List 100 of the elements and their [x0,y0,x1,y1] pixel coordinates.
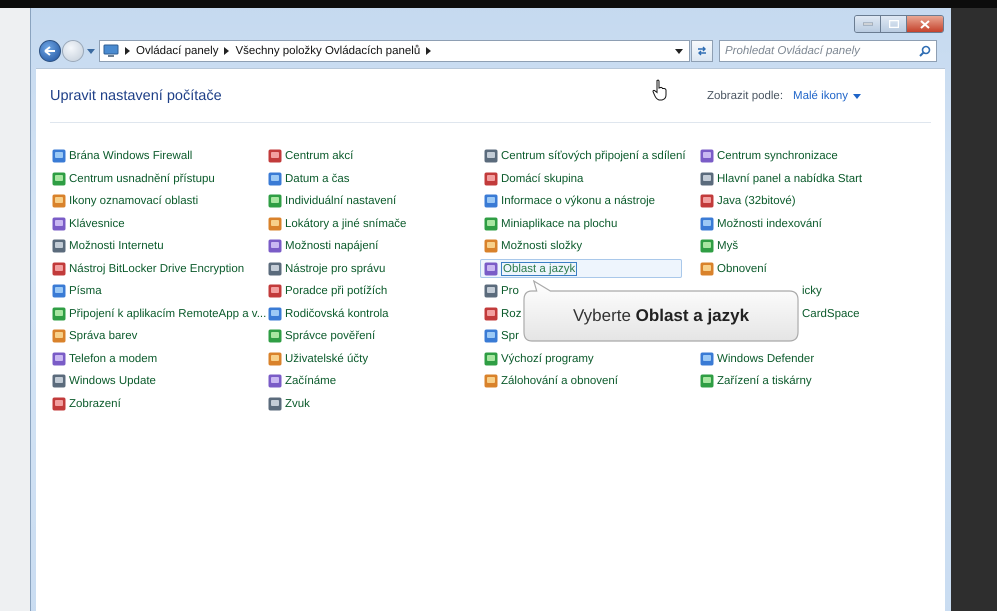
control-panel-item[interactable]: Klávesnice [48,214,250,234]
tile-icon [700,262,714,276]
tile-icon [52,239,66,254]
caret-icon [853,94,861,98]
control-panel-item[interactable]: Telefon a modem [48,349,250,368]
chevron-icon[interactable] [224,47,230,55]
control-panel-item[interactable]: Poradce při potížích [264,282,466,301]
tile-icon [52,216,66,231]
tile-icon [268,194,282,208]
tile-icon [52,396,66,411]
minimize-icon [862,22,872,26]
tile-icon [484,284,498,298]
breadcrumb[interactable]: Ovládací panely [136,45,218,57]
control-panel-item[interactable]: Obnovení [696,259,898,278]
breadcrumb[interactable]: Všechny položky Ovládacích panelů [235,45,420,57]
monitor-icon [103,44,119,58]
chevron-icon[interactable] [426,47,432,55]
search-icon[interactable] [919,45,931,57]
control-panel-item[interactable]: Možnosti složky [480,236,682,256]
control-panel-item[interactable]: icky [798,282,826,301]
control-panel-item[interactable]: Lokátory a jiné snímače [264,214,466,234]
control-panel-item[interactable]: Individuální nastavení [264,192,466,211]
tile-icon [700,352,714,366]
tile-icon [52,262,66,276]
control-panel-item[interactable]: Centrum akcí [264,146,466,166]
chevron-icon[interactable] [125,47,130,55]
tile-icon [268,216,282,231]
control-panel-item[interactable]: Výchozí programy [480,349,682,368]
control-panel-item[interactable]: Nástroje pro správu [264,259,466,278]
tile-icon [268,352,282,366]
callout-tooltip: Vyberte Oblast a jazyk [523,280,799,342]
tile-icon [52,149,66,164]
control-panel-item[interactable]: Možnosti Internetu [48,236,250,256]
control-panel-item[interactable]: Uživatelské účty [264,349,466,368]
tile-icon [52,374,66,388]
control-panel-item[interactable]: Centrum synchronizace [696,146,898,166]
tile-icon [484,262,498,276]
tile-icon [268,239,282,254]
control-panel-item[interactable]: Java (32bitové) [696,192,898,211]
tile-icon [52,329,66,344]
control-panel-item[interactable]: Centrum síťových připojení a sdílení [480,146,690,166]
control-panel-item[interactable]: Připojení k aplikacím RemoteApp a v... [48,304,264,324]
control-panel-item[interactable]: Zařízení a tiskárny [696,372,898,391]
control-panel-item[interactable]: Informace o výkonu a nástroje [480,192,682,211]
control-panel-item[interactable]: Možnosti indexování [696,214,898,234]
refresh-icon [696,45,708,57]
close-button[interactable] [907,16,943,32]
tile-icon [268,172,282,186]
hand-cursor-icon [652,79,668,101]
control-panel-item[interactable]: Pro [480,282,523,301]
tile-icon [268,396,282,411]
control-panel-item[interactable]: Správa barev [48,326,250,346]
tile-icon [268,306,282,321]
control-panel-item[interactable]: Ikony oznamovací oblasti [48,192,250,211]
control-panel-item[interactable]: Oblast a jazyk [480,259,682,278]
view-label: Zobrazit podle: [706,90,784,102]
back-button[interactable] [39,40,61,62]
maximize-button[interactable] [881,16,907,32]
control-panel-item[interactable]: Brána Windows Firewall [48,146,250,166]
tile-icon [52,352,66,366]
refresh-button[interactable] [691,40,713,62]
control-panel-item[interactable]: Roz [480,304,526,324]
control-panel-item[interactable]: Windows Update [48,372,250,391]
tile-icon [268,329,282,344]
control-panel-item[interactable]: Centrum usnadnění přístupu [48,169,250,188]
control-panel-item[interactable]: Správce pověření [264,326,466,346]
search-field[interactable]: Prohledat Ovládací panely [719,40,937,62]
tile-icon [484,239,498,254]
control-panel-item[interactable]: Začínáme [264,372,466,391]
view-dropdown[interactable]: Malé ikony [793,90,861,102]
control-panel-item[interactable]: Hlavní panel a nabídka Start [696,169,898,188]
minimize-button[interactable] [855,16,881,32]
tile-icon [484,306,498,321]
page-title: Upravit nastavení počítače [50,88,222,104]
tile-icon [484,172,498,186]
control-panel-item[interactable]: Spr [480,326,523,346]
control-panel-item[interactable]: Nástroj BitLocker Drive Encryption [48,259,250,278]
control-panel-item[interactable]: Zobrazení [48,394,250,414]
control-panel-item[interactable]: Zvuk [264,394,466,414]
control-panel-item[interactable]: Rodičovská kontrola [264,304,466,324]
arrow-left-icon [44,46,56,56]
address-field[interactable]: Ovládací panely Všechny položky Ovládacích panelů [99,40,690,62]
control-panel-item[interactable]: Myš [696,236,898,256]
tile-icon [700,239,714,254]
control-panel-item[interactable]: Datum a čas [264,169,466,188]
control-panel-item[interactable]: Písma [48,282,250,301]
control-panel-item[interactable]: Miniaplikace na plochu [480,214,682,234]
close-icon [920,20,930,28]
tile-icon [268,149,282,164]
control-panel-item[interactable]: Zálohování a obnovení [480,372,682,391]
maximize-icon [888,20,898,28]
control-panel-item[interactable]: CardSpace [798,304,864,324]
tile-icon [700,149,714,164]
dropdown-caret-icon[interactable] [675,48,683,54]
tile-icon [268,262,282,276]
control-panel-item[interactable]: Windows Defender [696,349,898,368]
control-panel-item[interactable]: Možnosti napájení [264,236,466,256]
control-panel-item[interactable]: Domácí skupina [480,169,682,188]
tile-icon [484,216,498,231]
tile-icon [700,194,714,208]
